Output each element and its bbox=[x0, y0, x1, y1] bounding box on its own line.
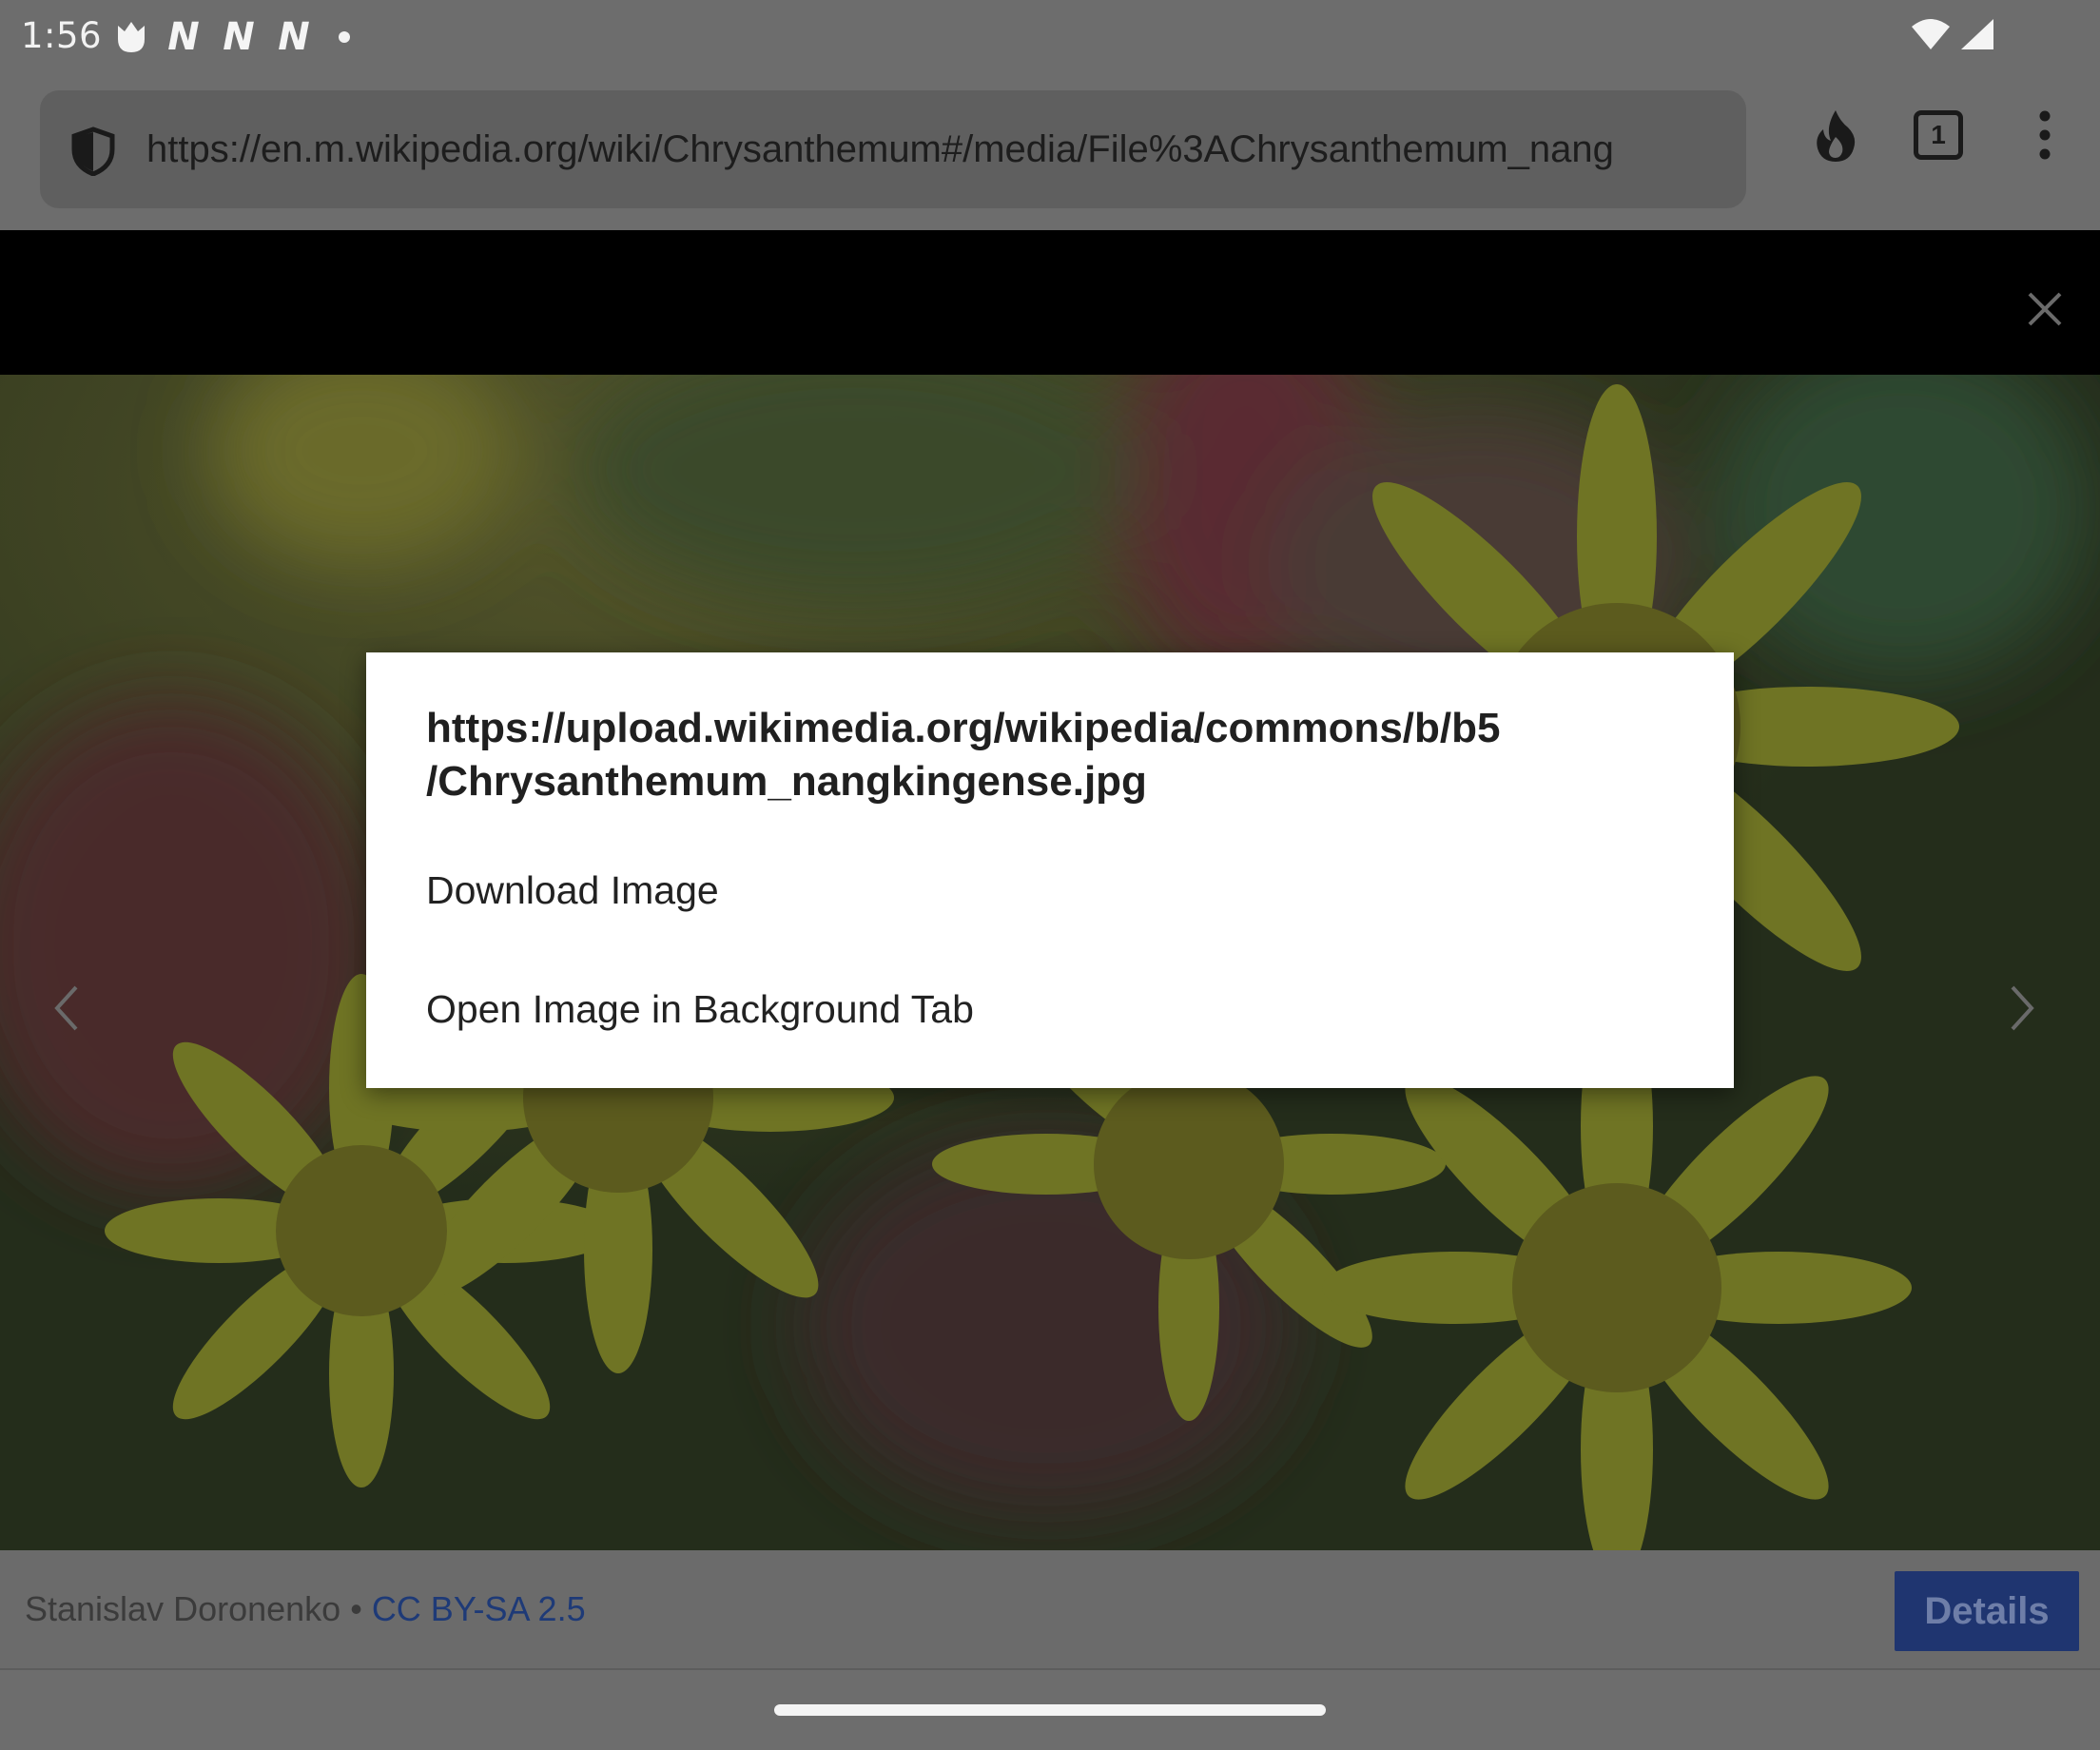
download-image-option[interactable]: Download Image bbox=[426, 862, 719, 919]
image-context-menu: https://upload.wikimedia.org/wikipedia/c… bbox=[366, 652, 1734, 1088]
browser-toolbar: https://en.m.wikipedia.org/wiki/Chrysant… bbox=[0, 72, 2100, 230]
media-footer: Stanislav Doronenko • CC BY-SA 2.5 Detai… bbox=[0, 1550, 2100, 1670]
shield-icon[interactable] bbox=[68, 126, 118, 176]
system-icons bbox=[1910, 17, 1995, 51]
more-notifications-dot bbox=[339, 31, 350, 43]
overflow-menu-icon[interactable] bbox=[2035, 110, 2054, 160]
fire-icon[interactable] bbox=[1812, 108, 1859, 164]
notification-icons: N N N bbox=[114, 15, 350, 59]
notification-n-icon: N bbox=[278, 15, 310, 59]
wifi-icon bbox=[1912, 19, 1950, 49]
close-icon[interactable] bbox=[2026, 290, 2064, 328]
image-url-line-1: https://upload.wikimedia.org/wikipedia/c… bbox=[426, 705, 1501, 751]
image-url-line-2: /Chrysanthemum_nangkingense.jpg bbox=[426, 758, 1147, 805]
status-time: 1:56 bbox=[21, 15, 103, 56]
details-button[interactable]: Details bbox=[1895, 1571, 2079, 1651]
tab-counter-button[interactable]: 1 bbox=[1914, 110, 1963, 160]
image-url-title: https://upload.wikimedia.org/wikipedia/c… bbox=[426, 702, 1682, 808]
tab-count: 1 bbox=[1931, 120, 1946, 149]
credit-separator: • bbox=[340, 1589, 372, 1628]
home-gesture-handle[interactable] bbox=[774, 1704, 1326, 1716]
author-name: Stanislav Doronenko bbox=[25, 1589, 341, 1628]
previous-image-icon[interactable] bbox=[53, 984, 80, 1032]
cellular-signal-icon bbox=[1961, 19, 1993, 49]
media-viewer-header bbox=[0, 230, 2100, 375]
notification-n-icon: N bbox=[223, 15, 255, 59]
gesture-nav-bar bbox=[0, 1670, 2100, 1750]
image-credit: Stanislav Doronenko • CC BY-SA 2.5 bbox=[25, 1550, 586, 1668]
license-link[interactable]: CC BY-SA 2.5 bbox=[372, 1589, 586, 1628]
notification-n-icon: N bbox=[167, 15, 200, 59]
url-text[interactable]: https://en.m.wikipedia.org/wiki/Chrysant… bbox=[146, 90, 1744, 208]
open-image-background-tab-option[interactable]: Open Image in Background Tab bbox=[426, 981, 974, 1038]
url-bar[interactable]: https://en.m.wikipedia.org/wiki/Chrysant… bbox=[40, 90, 1746, 208]
tulip-app-icon bbox=[118, 22, 145, 52]
status-bar: 1:56 N N N bbox=[0, 0, 2100, 72]
next-image-icon[interactable] bbox=[2009, 984, 2035, 1032]
